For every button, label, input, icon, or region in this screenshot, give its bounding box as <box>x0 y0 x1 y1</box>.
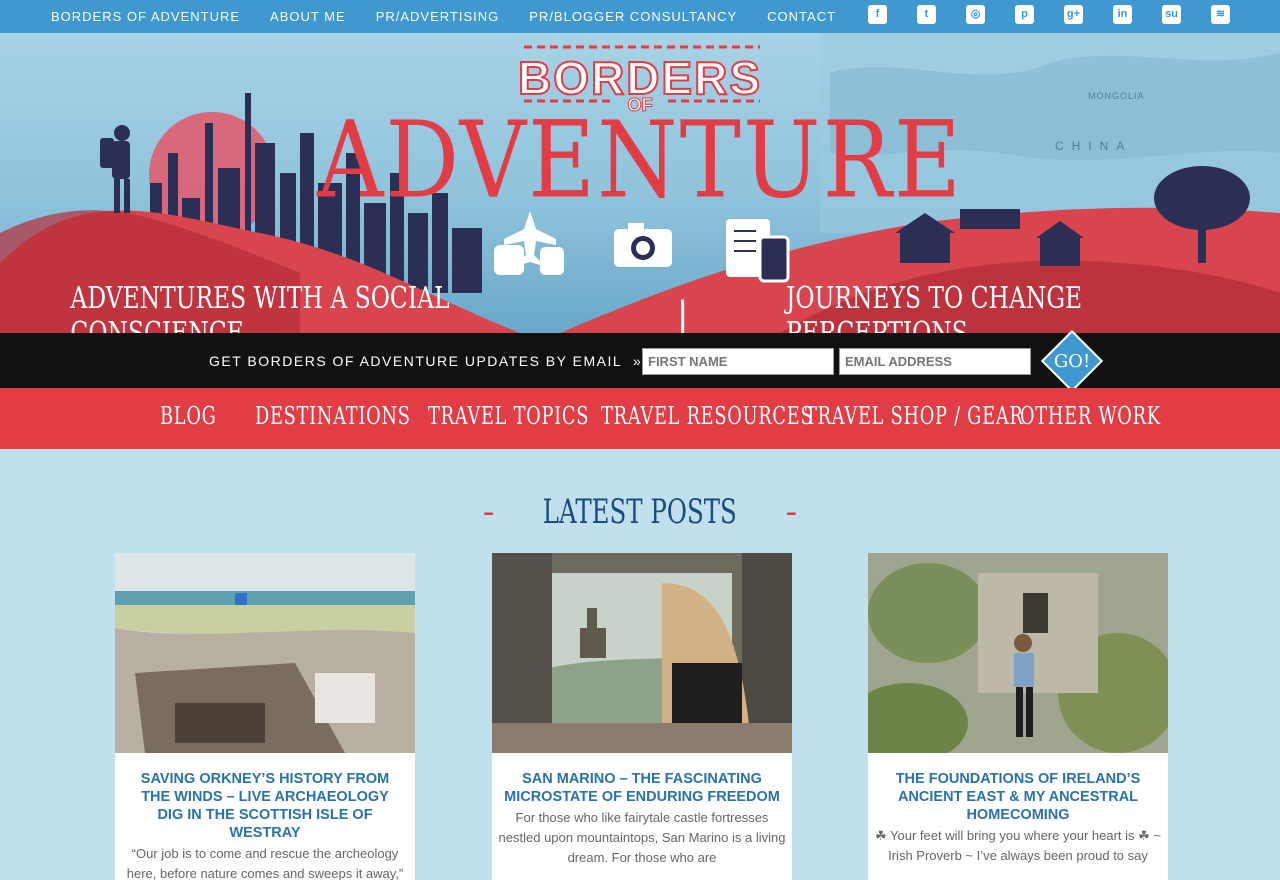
post-title[interactable]: SAN MARINO – THE FASCINATING MICROSTATE … <box>504 770 780 806</box>
post-title[interactable]: THE FOUNDATIONS OF IRELAND’S ANCIENT EAS… <box>880 770 1156 824</box>
tagline-right: Journeys to change perceptions <box>786 281 1083 333</box>
hero-banner: MONGOLIA CHINA BORDERS OF ADVENTURE Adve… <box>0 33 1280 333</box>
signup-label-text: GET BORDERS OF ADVENTURE UPDATES BY EMAI… <box>209 353 622 369</box>
camera-icon <box>614 223 672 267</box>
linkedin-icon[interactable]: in <box>1113 5 1132 24</box>
latest-posts-heading: - Latest Posts - <box>0 492 1280 532</box>
nav-item-blog[interactable]: Blog <box>160 402 217 430</box>
post-card[interactable]: THE FOUNDATIONS OF IRELAND’S ANCIENT EAS… <box>868 553 1168 880</box>
nav-item-destinations[interactable]: Destinations <box>255 402 411 430</box>
google-plus-icon[interactable]: g+ <box>1064 5 1083 24</box>
go-button-label[interactable]: GO! <box>1050 351 1094 372</box>
rss-icon[interactable]: ≋ <box>1211 5 1230 24</box>
top-links: BORDERS OF ADVENTURE ABOUT ME PR/ADVERTI… <box>51 0 866 33</box>
hero-tagline: Adventures with a social conscience | Jo… <box>0 281 1280 333</box>
email-signup-bar: GET BORDERS OF ADVENTURE UPDATES BY EMAI… <box>0 329 1280 393</box>
post-excerpt: “Our job is to come and rescue the arche… <box>126 846 404 880</box>
nav-item-travel-resources[interactable]: Travel Resources <box>601 402 813 430</box>
latest-posts-title: Latest Posts <box>542 492 738 532</box>
post-image-orkney[interactable] <box>115 553 415 753</box>
double-chevron-right-icon: » <box>633 353 643 369</box>
nav-item-other-work[interactable]: Other Work <box>1020 402 1161 430</box>
top-link-about[interactable]: ABOUT ME <box>270 9 346 24</box>
nav-item-travel-shop[interactable]: Travel Shop / Gear <box>805 402 1023 430</box>
post-card[interactable]: SAN MARINO – THE FASCINATING MICROSTATE … <box>492 553 792 880</box>
top-bar: BORDERS OF ADVENTURE ABOUT ME PR/ADVERTI… <box>0 0 1280 33</box>
tablet-phone-icon <box>726 219 790 283</box>
top-link-consultancy[interactable]: PR/BLOGGER CONSULTANCY <box>529 9 737 24</box>
stumbleupon-icon[interactable]: su <box>1162 5 1181 24</box>
post-excerpt: For those who like fairytale castle fort… <box>498 810 786 865</box>
facebook-icon[interactable]: f <box>868 5 887 24</box>
logo-adventure[interactable]: ADVENTURE <box>0 99 1280 222</box>
main-nav: Blog Destinations Travel Topics Travel R… <box>0 388 1280 449</box>
heading-dash-left: - <box>482 492 495 532</box>
post-card[interactable]: SAVING ORKNEY’S HISTORY FROM THE WINDS –… <box>115 553 415 880</box>
top-link-home[interactable]: BORDERS OF ADVENTURE <box>51 9 240 24</box>
tagline-left: Adventures with a social conscience <box>70 281 450 333</box>
post-excerpt: ☘ Your feet will bring you where your he… <box>875 828 1161 863</box>
instagram-icon[interactable]: ◎ <box>966 5 985 24</box>
nav-item-travel-topics[interactable]: Travel Topics <box>428 402 589 430</box>
top-link-contact[interactable]: CONTACT <box>767 9 836 24</box>
post-image-san-marino[interactable] <box>492 553 792 753</box>
pinterest-icon[interactable]: p <box>1015 5 1034 24</box>
first-name-input[interactable] <box>642 348 834 375</box>
social-icons: f t ◎ p g+ in su ≋ <box>868 5 1230 24</box>
post-title[interactable]: SAVING ORKNEY’S HISTORY FROM THE WINDS –… <box>127 770 403 842</box>
top-link-pr-advertising[interactable]: PR/ADVERTISING <box>376 9 500 24</box>
post-image-ireland[interactable] <box>868 553 1168 753</box>
signup-label: GET BORDERS OF ADVENTURE UPDATES BY EMAI… <box>209 353 642 369</box>
tagline-separator: | <box>676 294 690 333</box>
heading-dash-right: - <box>785 492 798 532</box>
twitter-icon[interactable]: t <box>917 5 936 24</box>
email-input[interactable] <box>839 348 1031 375</box>
